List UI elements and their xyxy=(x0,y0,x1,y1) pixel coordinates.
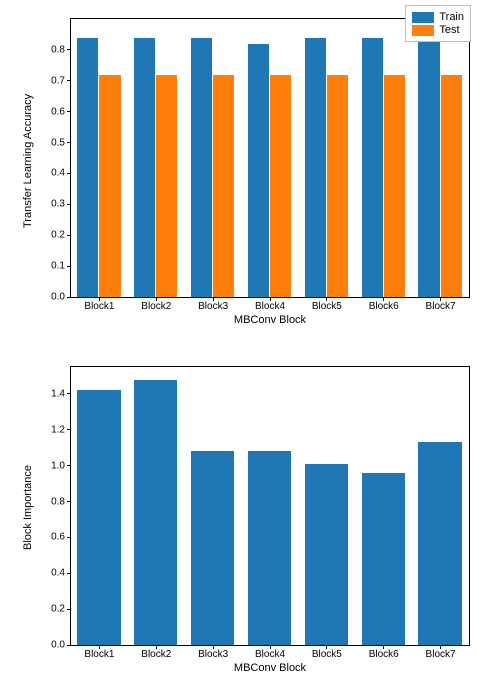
top-chart-ylabel: Transfer Learning Accuracy xyxy=(22,94,34,228)
bar-test xyxy=(99,75,120,297)
legend-swatch-train xyxy=(412,12,434,23)
legend-label-train: Train xyxy=(439,11,464,23)
legend-item-train: Train xyxy=(412,11,464,23)
bar xyxy=(418,442,461,645)
bottom-chart-bars xyxy=(71,367,469,645)
x-tick-label: Block1 xyxy=(84,649,114,660)
x-tick-label: Block7 xyxy=(426,301,456,312)
bar xyxy=(305,464,348,645)
bar-test xyxy=(441,75,462,297)
x-tick-label: Block4 xyxy=(255,301,285,312)
bottom-chart-xlabel: MBConv Block xyxy=(70,662,470,674)
top-chart-xlabel: MBConv Block xyxy=(70,314,470,326)
legend-swatch-test xyxy=(412,25,434,36)
top-chart: Train Test 0.00.10.20.30.40.50.60.70.8Bl… xyxy=(70,18,470,298)
legend-label-test: Test xyxy=(439,24,459,36)
y-tick-label: 0.0 xyxy=(51,292,65,303)
x-tick-label: Block5 xyxy=(312,301,342,312)
bar xyxy=(191,451,234,645)
legend-item-test: Test xyxy=(412,24,464,36)
x-tick-label: Block3 xyxy=(198,649,228,660)
bar-train xyxy=(134,38,155,297)
bar-train xyxy=(77,38,98,297)
x-tick-label: Block5 xyxy=(312,649,342,660)
bar xyxy=(362,473,405,645)
bar-train xyxy=(305,38,326,297)
legend: Train Test xyxy=(405,5,471,42)
bar-train xyxy=(418,38,439,297)
bar-test xyxy=(384,75,405,297)
x-tick-label: Block2 xyxy=(141,301,171,312)
bar-test xyxy=(213,75,234,297)
y-tick-label: 0.7 xyxy=(51,75,65,86)
y-tick-label: 0.1 xyxy=(51,261,65,272)
figure: Train Test 0.0 0.1 0.2 0.3 0.4 0.5 0.6 0.7 0.8 Bl… xyxy=(0,0,500,688)
y-tick-label: 0.2 xyxy=(51,230,65,241)
y-tick-label: 1.2 xyxy=(51,424,65,435)
x-tick-label: Block3 xyxy=(198,301,228,312)
x-tick-label: Block2 xyxy=(141,649,171,660)
y-tick-label: 1.0 xyxy=(51,460,65,471)
x-tick-label: Block1 xyxy=(84,301,114,312)
bar xyxy=(248,451,291,645)
y-tick-label: 0.3 xyxy=(51,199,65,210)
x-tick-label: Block6 xyxy=(369,301,399,312)
bar xyxy=(134,380,177,645)
bottom-chart-ylabel: Block Importance xyxy=(22,465,34,550)
y-tick-label: 1.4 xyxy=(51,388,65,399)
x-tick-label: Block6 xyxy=(369,649,399,660)
bar-test xyxy=(270,75,291,297)
bar xyxy=(77,390,120,645)
y-tick-label: 0.8 xyxy=(51,496,65,507)
y-tick-label: 0.0 xyxy=(51,640,65,651)
y-tick-label: 0.8 xyxy=(51,44,65,55)
x-tick-label: Block7 xyxy=(426,649,456,660)
y-tick-label: 0.4 xyxy=(51,168,65,179)
y-tick-label: 0.2 xyxy=(51,604,65,615)
y-tick-label: 0.4 xyxy=(51,568,65,579)
y-tick-label: 0.6 xyxy=(51,106,65,117)
bar-train xyxy=(362,38,383,297)
bar-test xyxy=(327,75,348,297)
bar-train xyxy=(248,44,269,297)
top-chart-bars xyxy=(71,19,469,297)
bottom-chart: 0.00.20.40.60.81.01.21.4Block1Block2Bloc… xyxy=(70,366,470,646)
x-tick-label: Block4 xyxy=(255,649,285,660)
bar-test xyxy=(156,75,177,297)
y-tick-label: 0.5 xyxy=(51,137,65,148)
y-tick-label: 0.6 xyxy=(51,532,65,543)
bar-train xyxy=(191,38,212,297)
